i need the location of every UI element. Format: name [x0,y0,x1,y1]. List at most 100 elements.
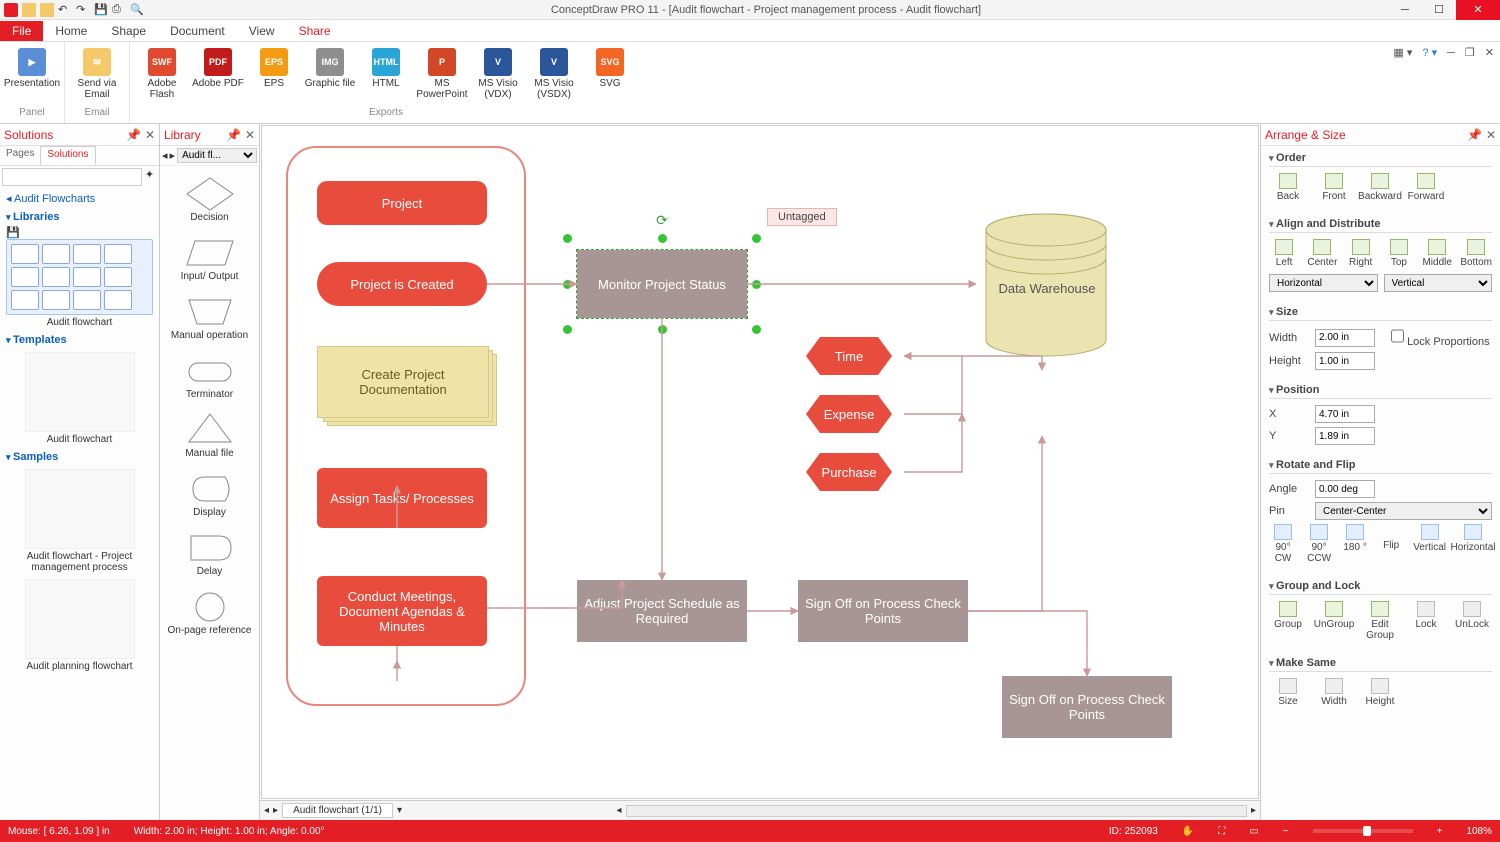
align-top[interactable]: Top [1384,239,1414,268]
unlock-btn[interactable]: UnLock [1453,601,1491,641]
tab-nav-next[interactable]: ▸ [273,805,278,816]
export-ms-powerpoint[interactable]: PMS PowerPoint [416,44,468,100]
presentation-button[interactable]: ▶ Presentation [6,44,58,89]
dist-vertical[interactable]: Vertical [1384,274,1493,292]
align-header[interactable]: Align and Distribute [1269,216,1492,233]
subtab-pages[interactable]: Pages [0,146,40,165]
angle-input[interactable] [1315,480,1375,498]
pin-select[interactable]: Center-Center [1315,502,1492,520]
ribbon-restore-icon[interactable]: ❐ [1465,46,1475,59]
maximize-button[interactable]: ☐ [1422,0,1456,20]
export-adobe-flash[interactable]: SWFAdobe Flash [136,44,188,100]
tab-shape[interactable]: Shape [99,21,158,41]
export-ms-visio-vdx-[interactable]: VMS Visio (VDX) [472,44,524,100]
order-header[interactable]: Order [1269,150,1492,167]
ribbon-close-icon[interactable]: ✕ [1485,46,1494,59]
redo-icon[interactable]: ↷ [76,3,90,17]
order-backward[interactable]: Backward [1361,173,1399,202]
lib-shape-terminator[interactable]: Terminator [160,347,259,406]
y-input[interactable] [1315,427,1375,445]
minimize-button[interactable]: ─ [1388,0,1422,20]
shape-signoff2[interactable]: Sign Off on Process Check Points [1002,676,1172,738]
tab-view[interactable]: View [237,21,287,41]
lib-shape-delay[interactable]: Delay [160,524,259,583]
export-eps[interactable]: EPSEPS [248,44,300,89]
lib-shape-on-page-reference[interactable]: On-page reference [160,583,259,642]
library-select[interactable]: Audit fl... [177,148,257,163]
close-panel-icon[interactable]: ✕ [245,128,255,142]
close-button[interactable]: ✕ [1456,0,1500,20]
tab-home[interactable]: Home [43,21,99,41]
preview-icon[interactable]: 🔍 [130,3,144,17]
print-icon[interactable]: ⎙ [112,3,126,17]
export-html[interactable]: HTMLHTML [360,44,412,89]
pin-icon[interactable]: 📌 [1467,128,1482,142]
align-middle[interactable]: Middle [1422,239,1452,268]
tree-templates[interactable]: Templates [6,334,153,346]
zoom-out-icon[interactable]: − [1283,826,1289,837]
tree-root[interactable]: ◂ Audit Flowcharts [6,192,153,205]
tab-file[interactable]: File [0,21,43,41]
template-thumb[interactable]: Audit flowchart [6,352,153,445]
hand-icon[interactable]: ✋ [1182,826,1194,837]
wand-icon[interactable]: ✦ [142,168,157,186]
same-height[interactable]: Height [1361,678,1399,707]
zoom-in-icon[interactable]: + [1437,826,1443,837]
canvas-scroll[interactable]: Project Project is Created Create Projec… [261,125,1259,799]
sample1-thumb[interactable]: Audit flowchart - Project management pro… [6,469,153,573]
sample2-thumb[interactable]: Audit planning flowchart [6,579,153,672]
group-btn[interactable]: Group [1269,601,1307,641]
pin-icon[interactable]: 📌 [226,128,241,142]
align-center[interactable]: Center [1307,239,1337,268]
shape-meetings[interactable]: Conduct Meetings, Document Agendas & Min… [317,576,487,646]
same-size[interactable]: Size [1269,678,1307,707]
shape-created[interactable]: Project is Created [317,262,487,306]
align-right[interactable]: Right [1346,239,1376,268]
align-bottom[interactable]: Bottom [1460,239,1492,268]
search-input[interactable] [2,168,142,186]
lib-shape-manual-operation[interactable]: Manual operation [160,288,259,347]
same-width[interactable]: Width [1315,678,1353,707]
flip-vert[interactable]: Vertical [1413,524,1446,564]
close-panel-icon[interactable]: ✕ [145,128,155,142]
close-panel-icon[interactable]: ✕ [1486,128,1496,142]
export-svg[interactable]: SVGSVG [584,44,636,89]
lock-btn[interactable]: Lock [1407,601,1445,641]
fullscreen-icon[interactable]: ⛶ [1218,826,1225,837]
hscrollbar[interactable] [626,805,1247,817]
lib-shape-decision[interactable]: Decision [160,170,259,229]
tree-libraries[interactable]: Libraries [6,211,153,223]
x-input[interactable] [1315,405,1375,423]
hex-time[interactable]: Time [794,336,904,376]
tab-nav-prev[interactable]: ◂ [264,805,269,816]
height-input[interactable] [1315,352,1375,370]
group-header[interactable]: Group and Lock [1269,578,1492,595]
rot-cw[interactable]: 90° CW [1269,524,1297,564]
pin-icon[interactable]: 📌 [126,128,141,142]
ungroup-btn[interactable]: UnGroup [1315,601,1353,641]
fit-icon[interactable]: ▭ [1249,826,1258,837]
tab-document[interactable]: Document [158,21,237,41]
shape-signoff1[interactable]: Sign Off on Process Check Points [798,580,968,642]
position-header[interactable]: Position [1269,382,1492,399]
grid-icon[interactable]: ▦ ▾ [1393,46,1412,59]
library-thumb[interactable]: 💾 Audit flowchart [6,226,153,328]
hscroll-right[interactable]: ▸ [1251,805,1256,816]
next-icon[interactable]: ▸ [170,149,176,162]
align-left[interactable]: Left [1269,239,1299,268]
help-icon[interactable]: ? ▾ [1422,46,1437,59]
lock-proportions[interactable] [1391,327,1404,345]
tab-share[interactable]: Share [287,21,343,41]
order-forward[interactable]: Forward [1407,173,1445,202]
rot-ccw[interactable]: 90° CCW [1305,524,1333,564]
editgroup-btn[interactable]: Edit Group [1361,601,1399,641]
flip-horiz[interactable]: Horizontal [1454,524,1492,564]
lib-shape-input-output[interactable]: Input/ Output [160,229,259,288]
doc-tab[interactable]: Audit flowchart (1/1) [282,803,393,818]
tree-samples[interactable]: Samples [6,451,153,463]
send-email-button[interactable]: ✉ Send via Email [71,44,123,100]
lib-shape-manual-file[interactable]: Manual file [160,406,259,465]
order-back[interactable]: Back [1269,173,1307,202]
prev-icon[interactable]: ◂ [162,149,168,162]
save-icon[interactable]: 💾 [94,3,108,17]
